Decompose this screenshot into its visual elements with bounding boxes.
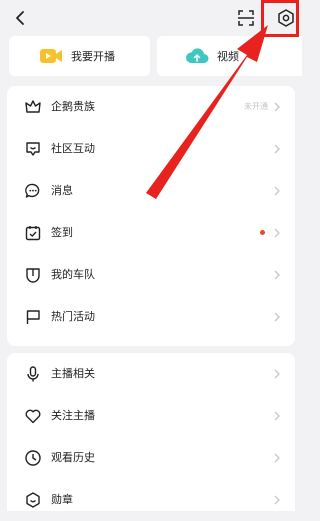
menu-item-label: 消息 — [51, 184, 73, 197]
crown-icon — [25, 100, 41, 113]
menu-item-label: 企鹅贵族 — [51, 100, 95, 113]
menu-item-medals[interactable]: 勋章 — [7, 479, 295, 521]
top-bar — [0, 0, 302, 36]
chevron-right-icon — [274, 411, 280, 421]
menu-item-streamer-related[interactable]: 主播相关 — [7, 353, 295, 395]
menu-item-hot-events[interactable]: 热门活动 — [7, 296, 295, 338]
scan-icon[interactable] — [237, 9, 255, 27]
microphone-icon — [27, 366, 39, 382]
start-live-label: 我要开播 — [71, 50, 115, 63]
community-icon — [26, 142, 40, 156]
menu-item-check-in[interactable]: 签到 — [7, 212, 295, 254]
menu-item-watch-history[interactable]: 观看历史 — [7, 437, 295, 479]
menu-item-label: 我的车队 — [51, 268, 95, 281]
menu-item-label: 观看历史 — [51, 451, 95, 464]
message-bubble-icon — [25, 183, 40, 198]
menu-item-my-team[interactable]: 我的车队 — [7, 254, 295, 296]
menu-item-label: 签到 — [51, 226, 73, 239]
menu-item-label: 主播相关 — [51, 367, 95, 380]
medal-icon — [26, 492, 40, 508]
menu-item-label: 关注主播 — [51, 409, 95, 422]
upload-video-button[interactable]: 视频 — [157, 36, 302, 76]
menu-item-followed-streamers[interactable]: 关注主播 — [7, 395, 295, 437]
clock-icon — [25, 450, 41, 466]
video-camera-icon — [40, 49, 62, 63]
chevron-right-icon — [274, 102, 280, 112]
upload-cloud-icon — [185, 48, 209, 63]
shield-icon — [26, 268, 40, 283]
heart-icon — [25, 409, 41, 424]
back-chevron-icon[interactable] — [12, 9, 30, 27]
chevron-right-icon — [274, 186, 280, 196]
chevron-right-icon — [274, 312, 280, 322]
chevron-right-icon — [274, 369, 280, 379]
gear-icon[interactable] — [276, 8, 296, 28]
chevron-right-icon — [274, 453, 280, 463]
quick-actions: 我要开播 视频 — [0, 36, 302, 78]
chevron-right-icon — [274, 228, 280, 238]
start-live-button[interactable]: 我要开播 — [9, 36, 150, 76]
menu-item-nobility[interactable]: 企鹅贵族 未开通 — [7, 86, 295, 128]
flag-icon — [26, 310, 40, 324]
menu-item-community[interactable]: 社区互动 — [7, 128, 295, 170]
menu-item-messages[interactable]: 消息 — [7, 170, 295, 212]
notification-dot — [260, 230, 265, 235]
upload-video-label: 视频 — [217, 50, 239, 63]
calendar-check-icon — [25, 226, 41, 241]
menu-group-primary: 企鹅贵族 未开通 社区互动 消息 签到 我的车队 热门活动 — [7, 86, 295, 346]
menu-item-label: 热门活动 — [51, 310, 95, 323]
chevron-right-icon — [274, 495, 280, 505]
chevron-right-icon — [274, 144, 280, 154]
menu-group-secondary: 主播相关 关注主播 观看历史 勋章 — [7, 353, 295, 511]
menu-item-label: 社区互动 — [51, 142, 95, 155]
menu-item-label: 勋章 — [51, 493, 73, 506]
chevron-right-icon — [274, 270, 280, 280]
status-text: 未开通 — [244, 102, 268, 111]
